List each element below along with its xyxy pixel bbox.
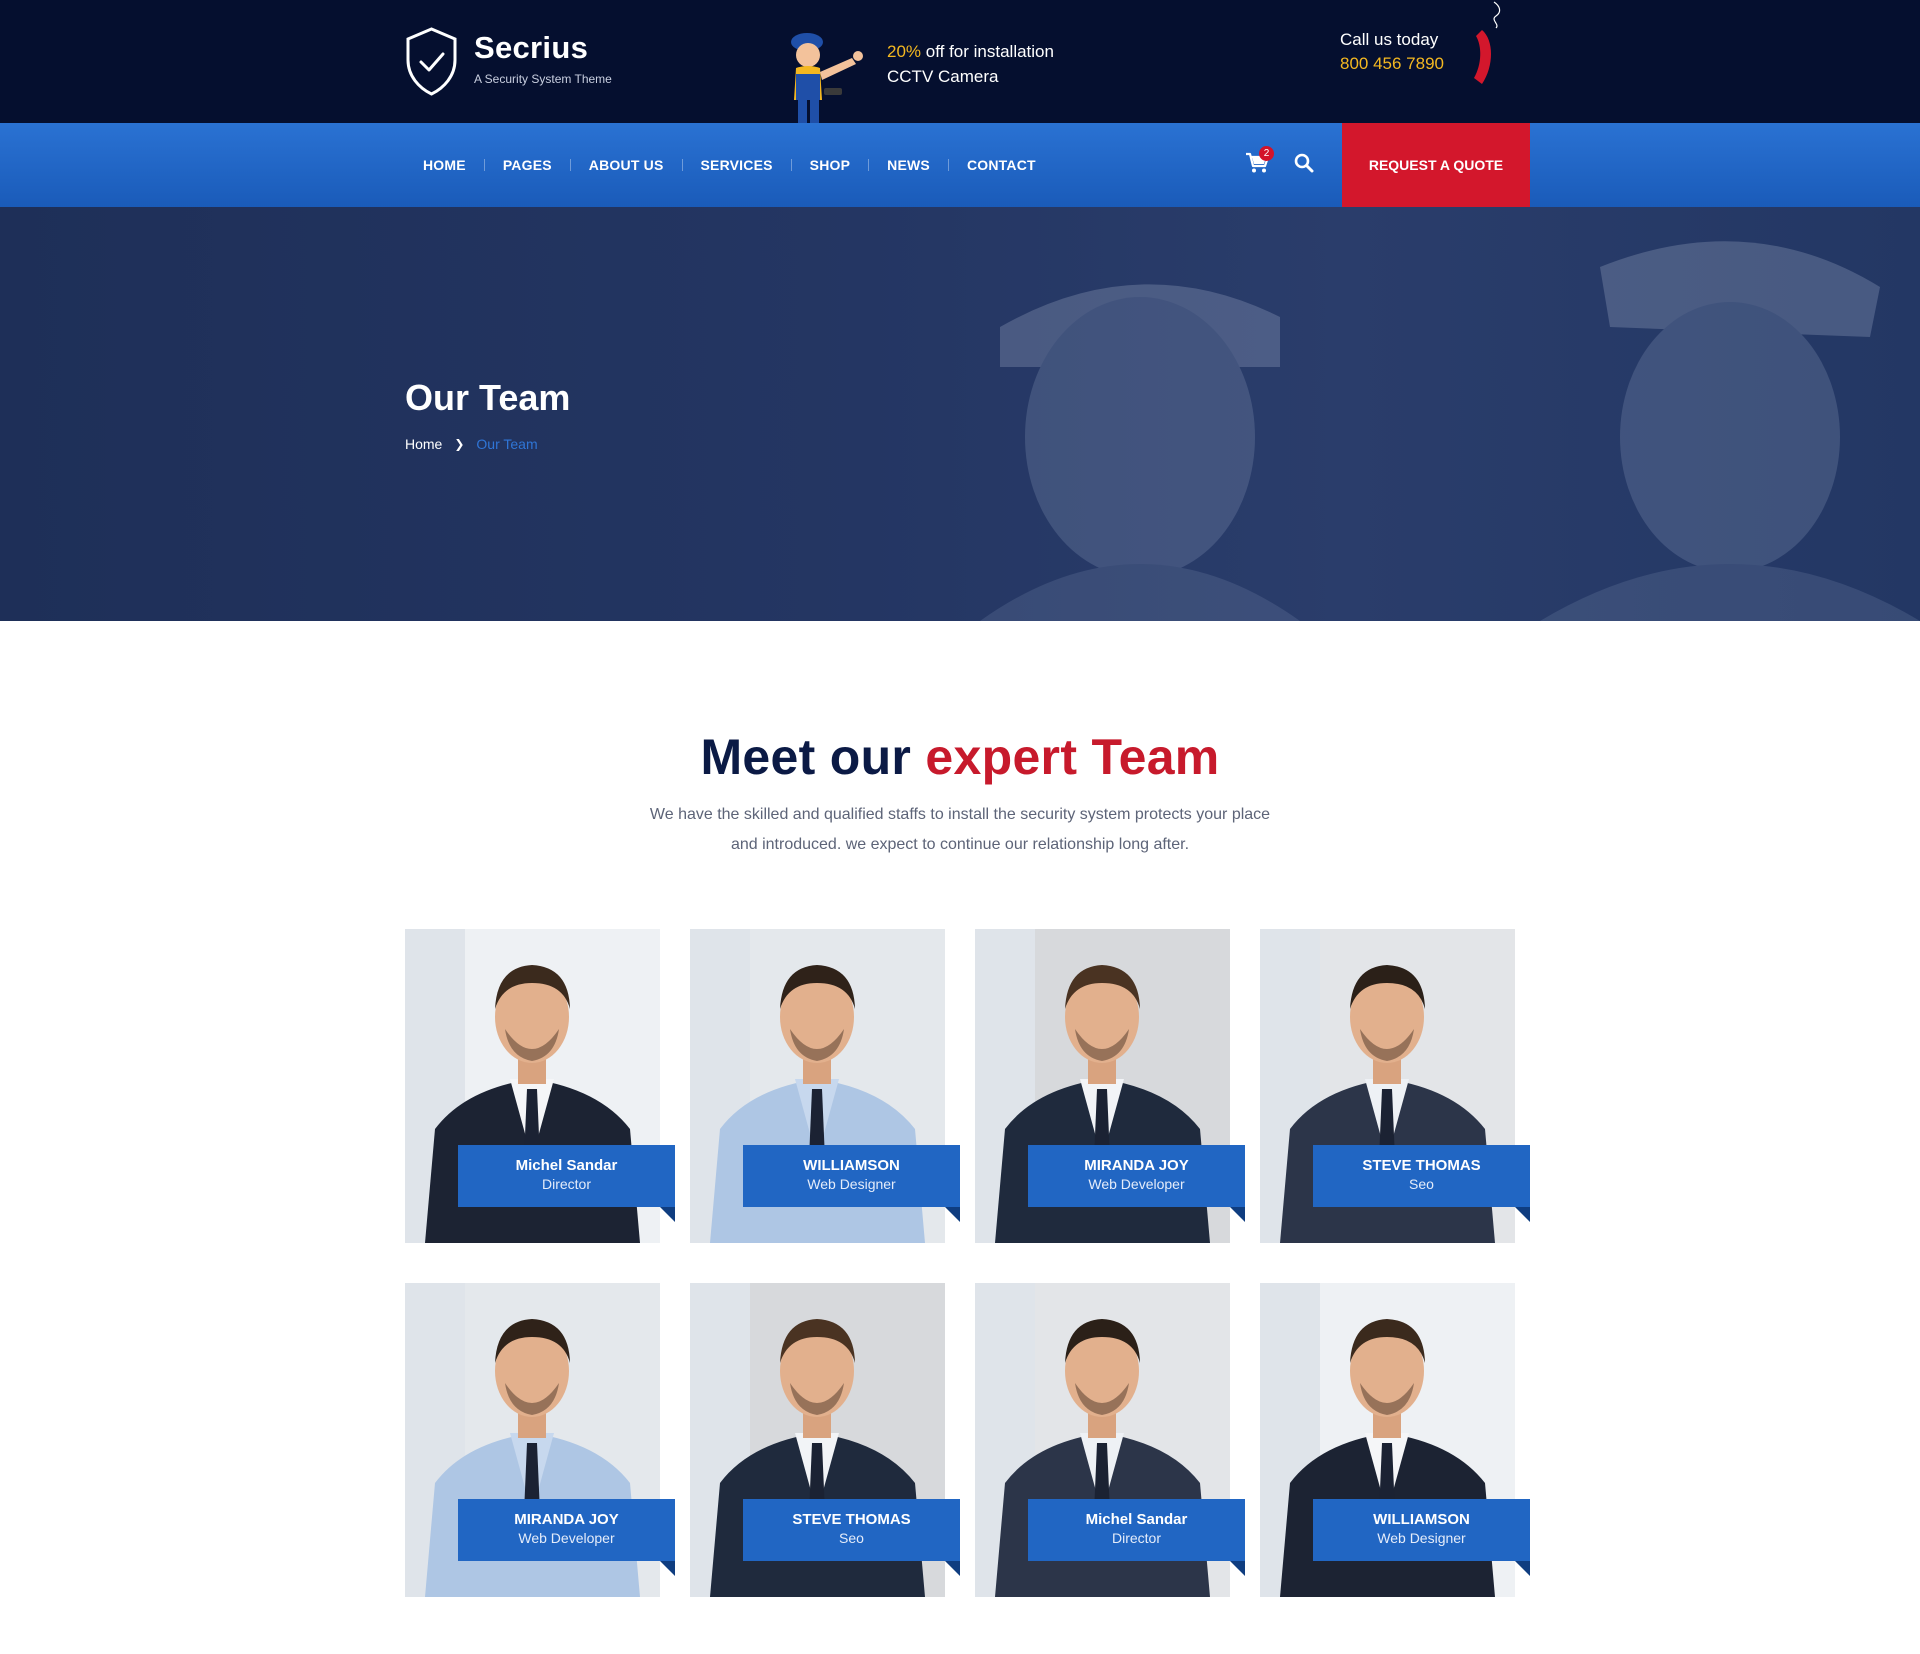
team-member-card[interactable]: Michel Sandar Director	[975, 1283, 1245, 1597]
name-tag-fold	[945, 1207, 960, 1222]
team-member-card[interactable]: STEVE THOMAS Seo	[690, 1283, 960, 1597]
team-member-role: Director	[541, 1176, 591, 1192]
team-member-name: Michel Sandar	[1085, 1511, 1188, 1528]
team-member-name: STEVE THOMAS	[1362, 1157, 1481, 1174]
name-tag-fold	[1230, 1561, 1245, 1576]
team-member-card[interactable]: WILLIAMSON Web Designer	[1260, 1283, 1530, 1597]
team-member-name-tag: WILLIAMSON Web Designer	[743, 1145, 960, 1207]
team-member-name-tag: Michel Sandar Director	[458, 1145, 675, 1207]
hero-background-image	[980, 241, 1920, 621]
team-member-name-tag: WILLIAMSON Web Designer	[1313, 1499, 1530, 1561]
team-member-name: WILLIAMSON	[1373, 1511, 1470, 1528]
team-member-role: Seo	[1409, 1176, 1434, 1192]
logo[interactable]: Secrius A Security System Theme	[404, 26, 612, 98]
promo-line1: off for installation	[921, 42, 1054, 61]
section-title-part1: Meet our	[700, 729, 926, 785]
section-title: Meet our expert Team	[0, 728, 1920, 786]
promo-highlight: 20%	[887, 42, 922, 61]
team-member-name: STEVE THOMAS	[792, 1511, 911, 1528]
section-description-line1: We have the skilled and qualified staffs…	[649, 806, 1271, 823]
name-tag-fold	[660, 1561, 675, 1576]
team-member-card[interactable]: STEVE THOMAS Seo	[1260, 929, 1530, 1243]
breadcrumb-current: Our Team	[476, 436, 538, 452]
brand-tagline: A Security System Theme	[474, 72, 612, 86]
team-member-role: Director	[1111, 1530, 1161, 1546]
main-navbar: HOME PAGES ABOUT US SERVICES SHOP NEWS C…	[0, 123, 1920, 207]
page-title: Our Team	[405, 377, 571, 418]
technician-illustration	[791, 33, 863, 124]
phone-handset-icon	[1474, 1, 1501, 84]
team-member-role: Seo	[839, 1530, 864, 1546]
nav-item-home[interactable]: HOME	[405, 157, 484, 173]
team-member-name-tag: STEVE THOMAS Seo	[743, 1499, 960, 1561]
call-block: Call us today 800 456 7890	[1340, 30, 1444, 74]
name-tag-fold	[660, 1207, 675, 1222]
nav-item-pages[interactable]: PAGES	[485, 157, 570, 173]
nav-item-news[interactable]: NEWS	[869, 157, 948, 173]
nav-menu: HOME PAGES ABOUT US SERVICES SHOP NEWS C…	[405, 123, 1054, 207]
call-phone-number[interactable]: 800 456 7890	[1340, 54, 1444, 74]
team-member-name: MIRANDA JOY	[1084, 1157, 1189, 1174]
team-member-name: MIRANDA JOY	[514, 1511, 619, 1528]
team-member-card[interactable]: MIRANDA JOY Web Developer	[405, 1283, 675, 1597]
nav-item-services[interactable]: SERVICES	[683, 157, 791, 173]
nav-item-contact[interactable]: CONTACT	[949, 157, 1054, 173]
promo-line2: CCTV Camera	[887, 67, 999, 86]
breadcrumb-home-link[interactable]: Home	[405, 436, 442, 452]
name-tag-fold	[1515, 1207, 1530, 1222]
chevron-right-icon: ❯	[454, 437, 465, 451]
brand-name: Secrius	[474, 30, 589, 65]
team-member-card[interactable]: WILLIAMSON Web Designer	[690, 929, 960, 1243]
name-tag-fold	[1230, 1207, 1245, 1222]
team-member-card[interactable]: Michel Sandar Director	[405, 929, 675, 1243]
team-member-name-tag: MIRANDA JOY Web Developer	[1028, 1145, 1245, 1207]
section-title-accent: expert Team	[925, 729, 1220, 785]
section-description: We have the skilled and qualified staffs…	[560, 800, 1360, 860]
top-header: Secrius A Security System Theme 20% off …	[0, 0, 1920, 124]
nav-item-shop[interactable]: SHOP	[792, 157, 868, 173]
name-tag-fold	[945, 1561, 960, 1576]
team-member-role: Web Developer	[1088, 1176, 1185, 1192]
team-member-name-tag: MIRANDA JOY Web Developer	[458, 1499, 675, 1561]
page-hero: Our Team Home ❯ Our Team	[0, 207, 1920, 621]
team-member-name-tag: STEVE THOMAS Seo	[1313, 1145, 1530, 1207]
nav-item-about-us[interactable]: ABOUT US	[571, 157, 682, 173]
call-label: Call us today	[1340, 30, 1439, 49]
section-description-line2: and introduced. we expect to continue ou…	[730, 836, 1190, 853]
shield-check-icon	[406, 27, 457, 96]
team-member-name: WILLIAMSON	[803, 1157, 900, 1174]
request-quote-button[interactable]: REQUEST A QUOTE	[1342, 123, 1530, 207]
team-member-role: Web Designer	[1377, 1530, 1466, 1546]
cart-count-badge: 2	[1259, 146, 1274, 161]
cart-button[interactable]: 2	[1245, 146, 1274, 176]
team-member-name: Michel Sandar	[515, 1157, 618, 1174]
name-tag-fold	[1515, 1561, 1530, 1576]
search-button[interactable]	[1294, 153, 1316, 175]
team-member-role: Web Developer	[518, 1530, 615, 1546]
team-member-name-tag: Michel Sandar Director	[1028, 1499, 1245, 1561]
breadcrumb: Home ❯ Our Team	[405, 436, 538, 452]
team-member-card[interactable]: MIRANDA JOY Web Developer	[975, 929, 1245, 1243]
promo-banner: 20% off for installation CCTV Camera	[782, 22, 1054, 124]
team-member-role: Web Designer	[807, 1176, 896, 1192]
search-icon	[1294, 153, 1314, 173]
